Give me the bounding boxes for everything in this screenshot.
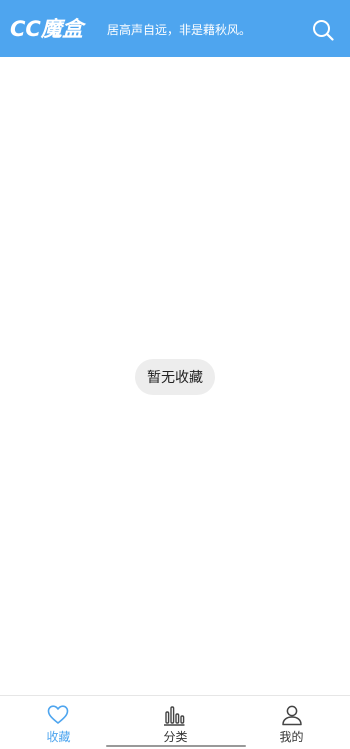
app-screen: CC魔盒 居高声自远，非是藉秋风。 暂无收藏 收藏 分类 我的 — [0, 0, 350, 749]
top-header: CC魔盒 居高声自远，非是藉秋风。 — [0, 0, 350, 57]
tab-profile-label: 我的 — [279, 730, 304, 744]
empty-state-badge: 暂无收藏 — [135, 359, 215, 395]
tab-categories-label: 分类 — [163, 730, 188, 744]
header-slogan: 居高声自远，非是藉秋风。 — [107, 23, 252, 37]
tab-profile[interactable]: 我的 — [233, 696, 350, 749]
bar-chart-icon — [164, 706, 185, 726]
favorites-content: 暂无收藏 — [0, 57, 350, 695]
tab-favorites-label: 收藏 — [46, 730, 71, 744]
tab-favorites[interactable]: 收藏 — [0, 696, 117, 749]
search-button[interactable] — [312, 19, 334, 41]
bottom-tab-bar: 收藏 分类 我的 — [0, 695, 350, 749]
heart-icon — [47, 705, 69, 724]
tab-categories[interactable]: 分类 — [117, 696, 234, 749]
app-logo: CC魔盒 — [10, 16, 83, 42]
logo-text: CC魔盒 — [10, 17, 83, 41]
user-icon — [282, 705, 302, 726]
home-indicator — [106, 745, 246, 747]
search-icon — [313, 20, 334, 41]
empty-state-message: 暂无收藏 — [147, 370, 203, 386]
